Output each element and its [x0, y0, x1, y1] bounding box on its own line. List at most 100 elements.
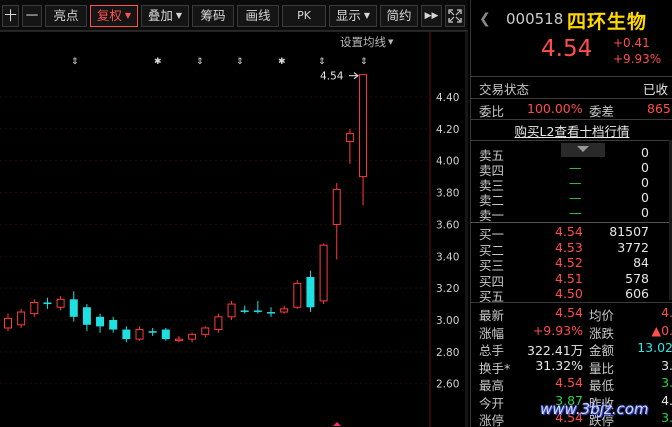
book-divider — [471, 222, 672, 223]
divider — [471, 76, 672, 77]
stat-value: +9.93% — [532, 322, 583, 338]
sell-level-volume: 0 — [641, 175, 649, 190]
stat-value: 3. — [661, 357, 672, 373]
stat-label: 最高 — [479, 378, 505, 393]
divider — [471, 98, 672, 99]
fullscreen-button[interactable] — [445, 5, 465, 27]
sell-level-price: — — [569, 190, 582, 205]
weibi-label: 委比 — [479, 104, 505, 119]
fullscreen-icon — [448, 9, 462, 23]
dropdown-arrow-icon: ▼ — [175, 11, 183, 20]
event-marker-icon: ✱ — [278, 57, 286, 67]
chart-toolbar: 十 一 亮点 复权 ▼ 叠加 ▼ 筹码 画线 PK 显示 ▼ 简约 ▶▶ — [0, 0, 468, 31]
buy-level-row: 买三 4.52 84 — [471, 255, 672, 273]
candle-body — [306, 276, 315, 308]
candle-body — [201, 327, 210, 335]
stat-label: 换手* — [479, 360, 511, 376]
more-button[interactable]: ▶▶ — [421, 5, 442, 27]
candle-body — [188, 333, 197, 340]
weibi-value: 100.00% — [527, 101, 583, 116]
kline-svg[interactable]: 4.40 4.20 4.00 3.80 3.60 3.40 3.20 3.00 2.80 2.60… — [0, 32, 465, 427]
event-marker-icon: ⇕ — [236, 57, 244, 67]
l2-upgrade-link[interactable]: 购买L2查看十档行情 — [471, 121, 672, 140]
event-marker-icon: ⇕ — [71, 57, 79, 67]
weibi-row: 委比 100.00% 委差 865 — [471, 101, 672, 121]
kline-chart[interactable]: 4.40 4.20 4.00 3.80 3.60 3.40 3.20 3.00 2.80 2.60… — [0, 32, 468, 427]
candle-body — [56, 298, 65, 308]
stat-label: 最新 — [479, 308, 505, 323]
y-tick-label: 3.80 — [436, 188, 459, 200]
buy-level-price: 4.54 — [555, 224, 583, 239]
buy-level-volume: 578 — [625, 270, 649, 286]
stock-code: 000518 — [506, 10, 564, 28]
candle-body — [227, 303, 236, 318]
sell-level-price: — — [569, 205, 582, 220]
stat-label: 总手 — [479, 343, 505, 358]
price-change-pct: +9.93% — [613, 52, 662, 66]
buy-level-volume: 81507 — [609, 224, 649, 239]
last-price: 4.54 — [541, 36, 593, 62]
y-tick-label: 2.60 — [436, 379, 459, 391]
weicha-value: 865 — [647, 101, 671, 116]
stat-value: 4.54 — [555, 305, 583, 320]
y-tick-label: 3.00 — [436, 315, 459, 327]
chips-button[interactable]: 筹码 — [192, 5, 234, 27]
buy-level-row: 买二 4.53 3772 — [471, 239, 672, 258]
zoom-in-button[interactable]: 十 — [2, 5, 19, 27]
stat-value: 31.32% — [535, 357, 583, 373]
stat-row: 涨幅 +9.93% 涨跌 ▲0. — [471, 322, 672, 341]
candle-body — [319, 244, 328, 302]
stat-label: 最低 — [589, 378, 615, 393]
highlight-button[interactable]: 亮点 — [45, 5, 87, 27]
collapse-left-icon[interactable]: ❮ — [479, 11, 491, 27]
sell-level-row: 卖三 — 0 — [471, 175, 672, 193]
buy-level-row: 买五 4.50 606 — [471, 286, 672, 304]
candle-body — [43, 302, 52, 305]
display-button[interactable]: 显示 ▼ — [329, 5, 377, 27]
sell-level-row: 卖五 0 — [471, 145, 672, 163]
stat-value: ▲0. — [651, 322, 672, 338]
y-tick-label: 4.40 — [436, 92, 459, 104]
restore-rights-button[interactable]: 复权 ▼ — [90, 5, 138, 27]
candle-body — [30, 301, 39, 315]
event-marker-icon: ⇕ — [360, 57, 368, 67]
watermark-text: www.3bjz.com — [540, 400, 649, 418]
simple-mode-button[interactable]: 简约 — [380, 5, 418, 27]
sell-level-row: 卖一 — 0 — [471, 205, 672, 223]
buy-level-volume: 84 — [633, 255, 649, 270]
price-change: +0.41 — [613, 36, 650, 50]
chart-vertical-scrollbar[interactable] — [465, 32, 468, 427]
candle-body — [109, 320, 118, 330]
stock-name: 四环生物 — [567, 11, 648, 33]
candle-body — [345, 133, 354, 143]
zoom-out-button[interactable]: 一 — [22, 5, 42, 27]
buy-level-price: 4.50 — [555, 286, 583, 301]
buy-level-volume: 3772 — [617, 239, 649, 255]
quote-header: ❮ 000518 四环生物 4.54 +0.41 +9.93% — [471, 0, 672, 76]
stat-label: 金额 — [589, 343, 615, 358]
ma-settings-label: 设置均线 — [340, 35, 386, 49]
candle-body — [122, 329, 131, 340]
ma-settings-button[interactable]: 设置均线 ▼ — [340, 34, 393, 50]
stat-label: 均价 — [589, 308, 615, 323]
buy-level-price: 4.53 — [555, 239, 583, 255]
y-tick-label: 3.40 — [436, 251, 459, 263]
overlay-button[interactable]: 叠加 ▼ — [141, 5, 189, 27]
drawline-button[interactable]: 画线 — [237, 5, 279, 27]
weicha-label: 委差 — [589, 104, 615, 119]
sell-level-volume: 0 — [641, 160, 649, 175]
y-tick-label: 4.20 — [436, 124, 459, 136]
stat-value: 322.41万 — [527, 343, 584, 358]
dropdown-arrow-icon: ▼ — [363, 11, 371, 20]
candle-body — [135, 329, 144, 340]
event-marker-icon: ⇕ — [196, 57, 204, 67]
sell-level-volume: 0 — [641, 205, 649, 220]
pk-button[interactable]: PK — [282, 5, 326, 27]
candle-body — [359, 74, 368, 178]
buy-level-price: 4.51 — [555, 270, 583, 286]
stat-label: 涨跌 — [589, 325, 615, 341]
stat-label: 涨幅 — [479, 325, 505, 341]
sell-level-row: 卖二 — 0 — [471, 190, 672, 208]
candle-body — [332, 188, 341, 225]
event-marker-icon: ✱ — [154, 57, 162, 67]
